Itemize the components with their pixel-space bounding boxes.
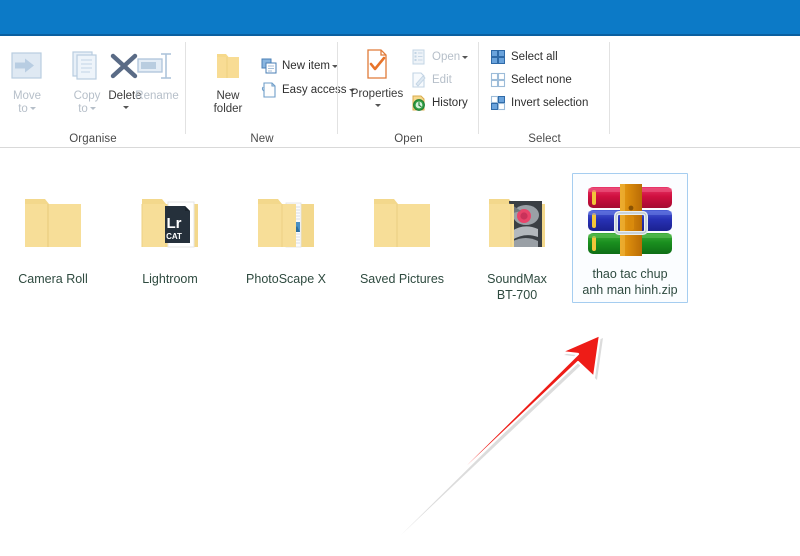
list-item-label-line1: SoundMax [487,272,547,286]
properties-button[interactable]: Properties [346,46,408,110]
move-to-label-line1: Move [12,90,42,102]
new-folder-label-line2: folder [213,102,243,115]
select-none-icon [489,71,507,89]
winrar-archive-icon [573,178,687,264]
invert-selection-label: Invert selection [511,97,589,109]
history-button[interactable]: History [410,92,468,114]
open-icon [410,48,428,66]
new-item-icon [260,57,278,75]
list-item-label-line2: anh man hinh.zip [582,283,678,297]
ribbon-group-select-label: Select [528,133,561,145]
copy-to-label-line2: to [78,102,88,115]
open-chevron-down-icon[interactable] [462,55,469,59]
select-none-label: Select none [511,74,572,86]
window-title-bar [0,0,800,34]
list-item-label: PhotoScape X [246,272,326,286]
ribbon-group-overflow [610,36,800,148]
new-folder-label-line1: New [216,90,240,102]
new-folder-icon [197,48,259,88]
list-item-lightroom[interactable]: Lr CAT Lightroom [112,177,228,287]
move-to-button[interactable]: Move to [0,48,58,115]
rename-icon [126,48,188,88]
properties-icon [346,46,408,86]
rename-button[interactable]: Rename [126,48,188,103]
svg-text:CAT: CAT [166,232,182,241]
select-all-icon [489,48,507,66]
new-item-button[interactable]: New item [260,55,338,77]
list-item-photoscape-x[interactable]: PhotoScape X [228,177,344,287]
edit-icon [410,71,428,89]
ribbon-group-open: Properties Open Edit History Open [338,36,479,148]
history-label: History [432,97,468,109]
file-explorer-window: Move to Copy to Delete Rename Organise N… [0,0,800,556]
list-item-label: Camera Roll [18,272,88,286]
ribbon-toolbar: Move to Copy to Delete Rename Organise N… [0,36,800,148]
select-all-label: Select all [511,51,558,63]
list-item-soundmax-bt-700[interactable]: SoundMax BT-700 [459,177,575,303]
move-to-chevron-down-icon[interactable] [29,106,36,110]
ribbon-group-organise-label: Organise [69,133,117,145]
item-grid: Camera Roll Lr CAT Lightroom PhotoScape … [0,173,800,337]
ribbon-group-new: New folder New item Easy access New [186,36,355,148]
open-label: Open [432,51,461,63]
folder-plain-icon [0,177,111,269]
edit-label: Edit [432,74,452,86]
file-list-pane[interactable]: Camera Roll Lr CAT Lightroom PhotoScape … [0,149,800,556]
move-to-label-line2: to [18,102,28,115]
new-folder-button[interactable]: New folder [197,48,259,115]
folder-photo-icon [459,177,575,269]
delete-chevron-down-icon[interactable] [123,105,129,109]
ribbon-group-select: Select all Select none Invert selection … [479,36,610,148]
folder-documents-icon [228,177,344,269]
properties-chevron-down-icon[interactable] [375,103,381,107]
ribbon-group-open-label: Open [394,133,423,145]
select-none-button[interactable]: Select none [489,69,572,91]
list-item-saved-pictures[interactable]: Saved Pictures [344,177,460,287]
list-item-label-line1: thao tac chup [592,267,668,281]
folder-lightroom-icon: Lr CAT [112,177,228,269]
properties-label: Properties [350,88,404,100]
open-button[interactable]: Open [410,46,469,68]
ribbon-group-organise: Move to Copy to Delete Rename Organise [0,36,186,148]
easy-access-icon [260,81,278,99]
list-item-label: Lightroom [142,272,198,286]
invert-selection-button[interactable]: Invert selection [489,92,588,114]
folder-plain-icon [344,177,460,269]
history-icon [410,94,428,112]
list-item-label: Saved Pictures [359,272,445,286]
rename-label: Rename [135,90,179,102]
new-item-label: New item [282,60,330,72]
move-to-icon [0,48,58,88]
list-item-thao-tac-chup-anh-man-hinh-zip[interactable]: thao tac chup anh man hinh.zip [572,173,688,303]
edit-button[interactable]: Edit [410,69,452,91]
invert-selection-icon [489,94,507,112]
ribbon-group-new-label: New [250,133,274,145]
select-all-button[interactable]: Select all [489,46,558,68]
list-item-camera-roll[interactable]: Camera Roll [0,177,111,287]
list-item-label-line2: BT-700 [496,288,538,302]
svg-text:Lr: Lr [167,215,182,232]
